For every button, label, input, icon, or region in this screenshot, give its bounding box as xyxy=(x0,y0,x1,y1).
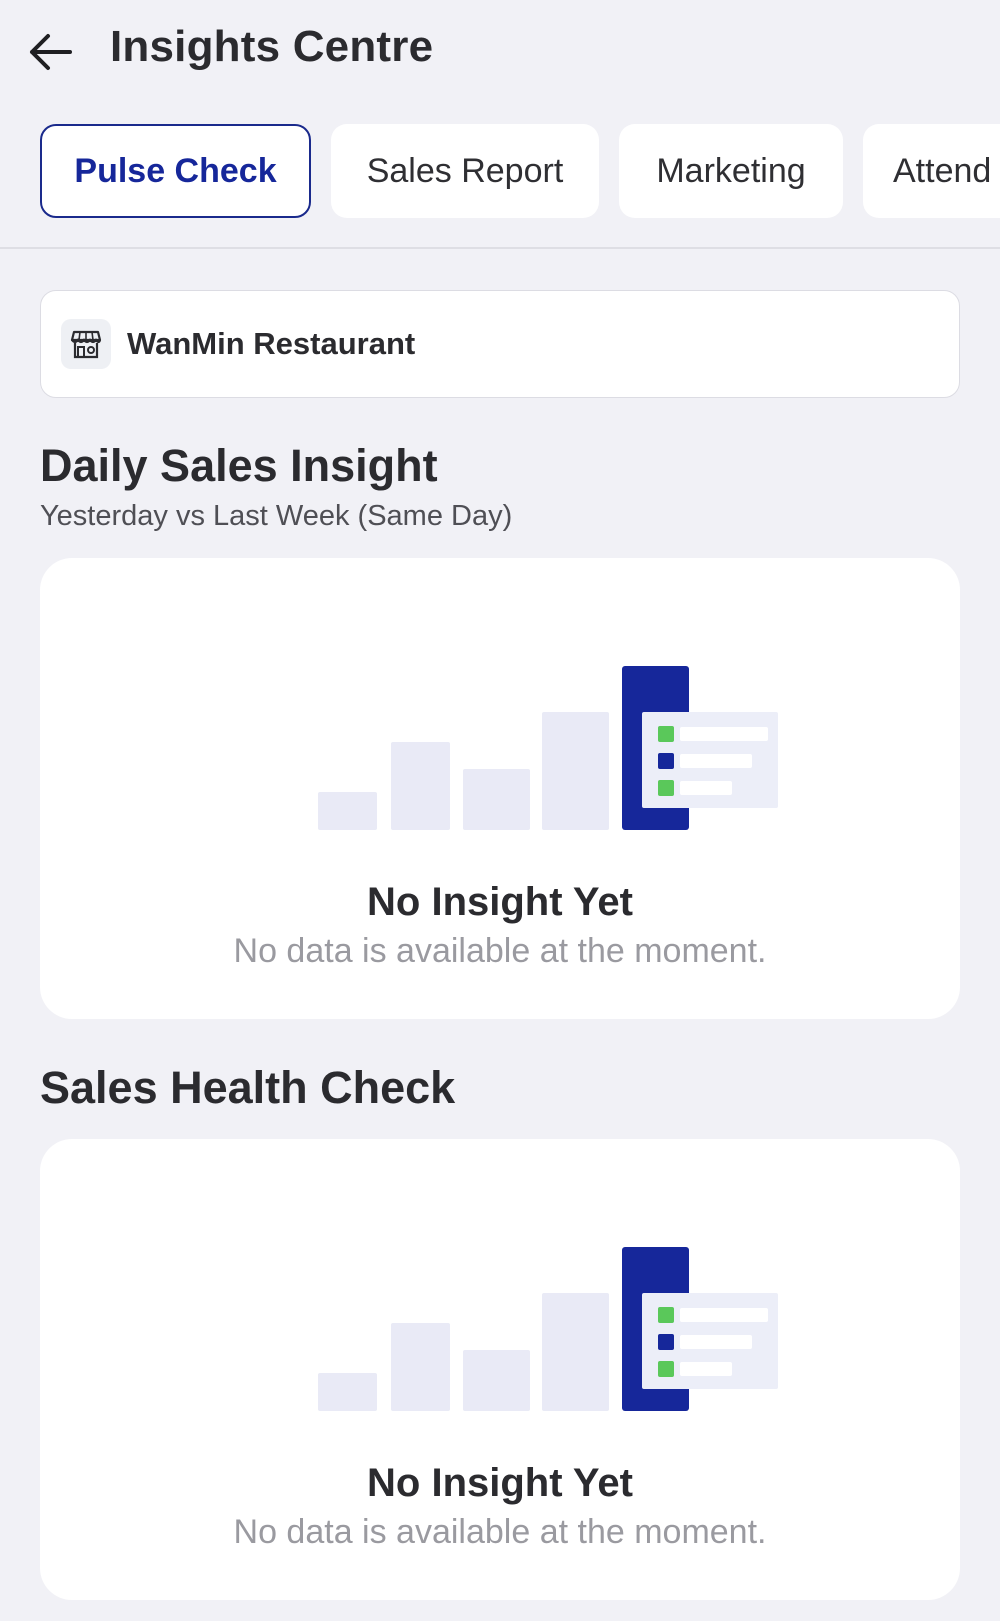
empty-state-message: No data is available at the moment. xyxy=(233,1513,767,1551)
daily-sales-insight-title: Daily Sales Insight xyxy=(40,440,438,491)
tab-divider xyxy=(0,247,1000,249)
daily-sales-insight-subtitle: Yesterday vs Last Week (Same Day) xyxy=(40,500,513,532)
empty-state-message: No data is available at the moment. xyxy=(233,932,767,970)
sales-health-check-title: Sales Health Check xyxy=(40,1062,456,1113)
tab-sales-report[interactable]: Sales Report xyxy=(331,124,599,218)
app: Insights Centre Pulse Check Sales Report… xyxy=(0,0,1000,1621)
store-selector[interactable]: WanMin Restaurant xyxy=(40,290,960,398)
empty-state-title: No Insight Yet xyxy=(367,880,633,924)
tab-bar: Pulse Check Sales Report Marketing Atten… xyxy=(0,124,1000,220)
store-name: WanMin Restaurant xyxy=(127,326,416,361)
sales-health-check-card: No Insight Yet No data is available at t… xyxy=(40,1139,960,1600)
empty-chart-illustration xyxy=(318,1247,778,1411)
back-button[interactable] xyxy=(24,26,76,78)
tab-pulse-check[interactable]: Pulse Check xyxy=(40,124,311,218)
daily-sales-insight-card: No Insight Yet No data is available at t… xyxy=(40,558,960,1019)
empty-chart-illustration xyxy=(318,666,778,830)
tab-attendance[interactable]: Attend xyxy=(863,124,1000,218)
page-title: Insights Centre xyxy=(110,22,434,71)
arrow-left-icon xyxy=(30,34,72,70)
empty-state-title: No Insight Yet xyxy=(367,1461,633,1505)
top-bar: Insights Centre xyxy=(0,0,1000,100)
storefront-icon xyxy=(61,319,111,369)
tab-marketing[interactable]: Marketing xyxy=(619,124,843,218)
